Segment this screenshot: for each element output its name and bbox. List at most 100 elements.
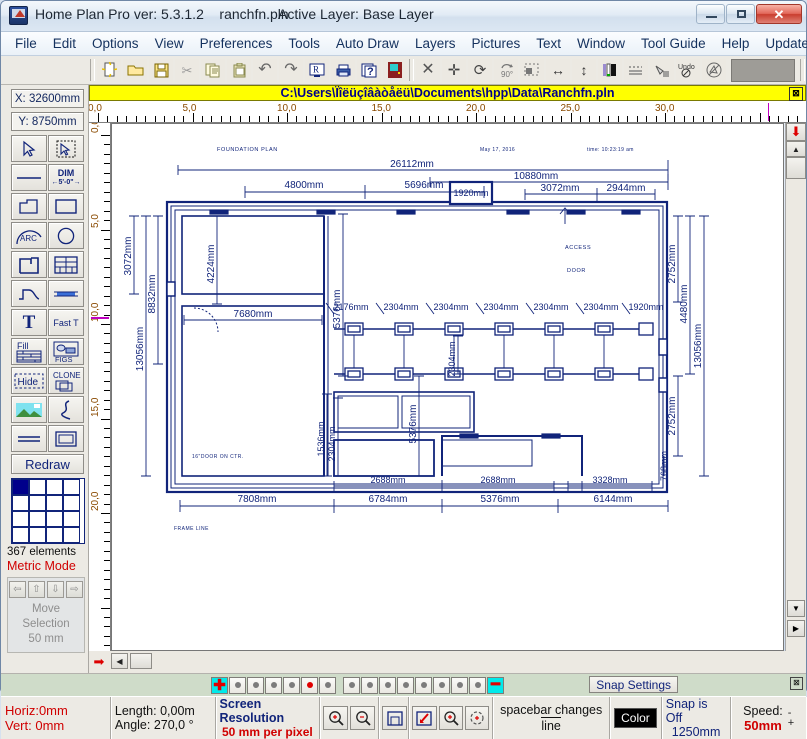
path-close-icon[interactable]: ⊠	[789, 87, 803, 101]
menu-tools[interactable]: Tools	[280, 34, 328, 53]
polyline-tool[interactable]	[11, 193, 47, 220]
speed-increase-button[interactable]: +	[788, 718, 794, 729]
pan-icon[interactable]	[464, 706, 490, 730]
zoom-out-icon[interactable]	[350, 706, 376, 730]
menu-updates[interactable]: Updates	[757, 34, 807, 53]
snap-level-dot[interactable]	[433, 676, 450, 694]
circle-tool[interactable]	[48, 222, 84, 249]
palette-cell[interactable]	[12, 511, 29, 527]
wall-tool[interactable]	[11, 251, 47, 278]
snap-close-icon[interactable]: ⊠	[790, 677, 803, 690]
redo-icon[interactable]: ↷	[279, 58, 303, 82]
menu-window[interactable]: Window	[569, 34, 633, 53]
snap-level-dot[interactable]	[415, 676, 432, 694]
zoom-in-snap-button[interactable]: ✚	[211, 676, 228, 694]
fit-page-icon[interactable]	[382, 706, 408, 730]
delete-x-icon[interactable]: ✕	[416, 58, 440, 82]
snap-level-dot[interactable]	[301, 676, 318, 694]
horizontal-scrollbar[interactable]: ➡ ◀	[89, 651, 806, 673]
fill-paint-icon[interactable]	[650, 58, 674, 82]
paste-icon[interactable]	[227, 58, 251, 82]
palette-cell[interactable]	[12, 495, 29, 511]
stairs-tool[interactable]	[11, 280, 47, 307]
picture-tool[interactable]	[11, 396, 47, 423]
snap-level-dot[interactable]	[361, 676, 378, 694]
arc-tool[interactable]: ARC	[11, 222, 47, 249]
zoom-window-icon[interactable]	[438, 706, 463, 730]
frame-tool[interactable]	[48, 425, 84, 452]
palette-cell[interactable]	[46, 527, 63, 543]
snap-level-dot[interactable]	[379, 676, 396, 694]
zoom-out-snap-button[interactable]: ━	[487, 676, 504, 694]
palette-cell[interactable]	[46, 479, 63, 495]
color-button[interactable]: Color	[614, 708, 657, 728]
menu-auto-draw[interactable]: Auto Draw	[328, 34, 407, 53]
menu-view[interactable]: View	[147, 34, 192, 53]
move-right-arrow[interactable]: ⇨	[66, 581, 83, 598]
fill-tool[interactable]: Fill	[11, 338, 47, 365]
snap-level-dot[interactable]	[343, 676, 360, 694]
menu-file[interactable]: File	[7, 34, 45, 53]
palette-cell[interactable]	[29, 479, 46, 495]
palette-cell[interactable]	[29, 511, 46, 527]
undo-all-icon[interactable]: Undo	[676, 58, 700, 82]
line-style-icon[interactable]	[624, 58, 648, 82]
vertical-scrollbar[interactable]: ⬇ ▲ ▼ ▶	[785, 123, 806, 651]
menu-text[interactable]: Text	[528, 34, 569, 53]
figures-tool[interactable]: FIGS	[48, 338, 84, 365]
rotate-icon[interactable]: ⟳	[468, 58, 492, 82]
select-box-tool[interactable]	[48, 135, 84, 162]
palette-cell[interactable]	[63, 527, 80, 543]
palette-cell[interactable]	[63, 479, 80, 495]
scroll-marker-right-icon[interactable]: ➡	[89, 653, 109, 670]
help-question-icon[interactable]: ?	[357, 58, 381, 82]
snap-settings-button[interactable]: Snap Settings	[589, 676, 678, 693]
scroll-up-button[interactable]: ▲	[786, 141, 806, 157]
move-up-arrow[interactable]: ⇧	[28, 581, 45, 598]
snap-level-dot[interactable]	[283, 676, 300, 694]
rotate-90-icon[interactable]: 90°	[494, 58, 518, 82]
snap-level-dot[interactable]	[229, 676, 246, 694]
mirror-vertical-icon[interactable]: ↕	[572, 58, 596, 82]
select-arrow-tool[interactable]	[11, 135, 47, 162]
menu-help[interactable]: Help	[714, 34, 758, 53]
palette-cell[interactable]	[46, 495, 63, 511]
dimension-tool[interactable]: DIM ←5'-0"→	[48, 164, 84, 191]
zoom-selection-icon[interactable]	[412, 706, 437, 730]
text-tool[interactable]: T	[11, 309, 47, 336]
snap-level-dot[interactable]	[397, 676, 414, 694]
palette-cell[interactable]	[46, 511, 63, 527]
snap-level-dot[interactable]	[319, 676, 336, 694]
move-down-arrow[interactable]: ⇩	[47, 581, 64, 598]
palette-cell[interactable]	[63, 511, 80, 527]
fast-text-tool[interactable]: Fast T	[48, 309, 84, 336]
menu-pictures[interactable]: Pictures	[463, 34, 528, 53]
layer-bars-icon[interactable]	[598, 58, 622, 82]
scroll-right-marker-icon[interactable]: ▶	[787, 620, 805, 637]
double-line-tool[interactable]	[11, 425, 47, 452]
open-folder-icon[interactable]	[123, 58, 147, 82]
clone-tool[interactable]: CLONE	[48, 367, 84, 394]
redraw-button[interactable]: Redraw	[11, 454, 84, 474]
vertical-ruler[interactable]: 0,0 5,0 10,0 15,0 20,0	[89, 123, 111, 651]
minimize-button[interactable]	[696, 4, 725, 24]
menu-options[interactable]: Options	[84, 34, 147, 53]
h-scroll-thumb[interactable]	[130, 653, 152, 669]
scroll-left-button[interactable]: ◀	[111, 653, 128, 669]
line-tool[interactable]	[11, 164, 47, 191]
floor-plan-canvas[interactable]: 26112mm 10880mm 4800mm 5696mm 1920mm 307…	[111, 123, 784, 651]
door-exit-icon[interactable]	[383, 58, 407, 82]
copy-icon[interactable]	[201, 58, 225, 82]
save-disk-icon[interactable]	[149, 58, 173, 82]
palette-cell[interactable]	[29, 527, 46, 543]
disable-snap-icon[interactable]	[702, 58, 726, 82]
zoom-in-icon[interactable]	[323, 706, 349, 730]
freehand-tool[interactable]	[48, 396, 84, 423]
beam-tool[interactable]	[48, 280, 84, 307]
menu-preferences[interactable]: Preferences	[192, 34, 281, 53]
print-icon[interactable]	[331, 58, 355, 82]
horizontal-ruler[interactable]: 0,0 5,0 10,0 15,0 20,0 25,0 30,0	[89, 101, 806, 123]
scroll-down-button[interactable]: ▼	[787, 600, 805, 617]
undo-icon[interactable]: ↶	[253, 58, 277, 82]
palette-cell[interactable]	[12, 527, 29, 543]
